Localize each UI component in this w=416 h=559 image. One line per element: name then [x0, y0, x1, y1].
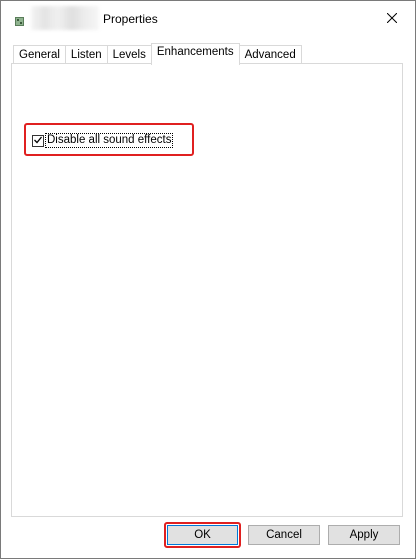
apply-button[interactable]: Apply — [328, 525, 400, 545]
ok-button[interactable]: OK — [167, 525, 238, 545]
title-bar[interactable]: Properties — [1, 1, 415, 37]
speaker-device-icon — [15, 13, 24, 26]
enhancements-panel: Disable all sound effects — [11, 63, 403, 517]
disable-all-sound-effects-checkbox[interactable] — [32, 132, 44, 150]
cancel-button[interactable]: Cancel — [248, 525, 320, 545]
disable-all-sound-effects-label[interactable]: Disable all sound effects — [44, 133, 174, 148]
close-icon — [386, 10, 398, 28]
disable-all-sound-effects-option[interactable]: Disable all sound effects — [32, 132, 174, 150]
properties-dialog: Properties General Listen Levels Enhance… — [0, 0, 416, 559]
close-button[interactable] — [369, 1, 415, 37]
tab-strip: General Listen Levels Enhancements Advan… — [13, 43, 302, 66]
window-title: Properties — [103, 12, 158, 26]
redacted-device-name — [31, 6, 99, 30]
checkmark-icon — [33, 132, 43, 150]
tab-enhancements[interactable]: Enhancements — [150, 43, 240, 65]
